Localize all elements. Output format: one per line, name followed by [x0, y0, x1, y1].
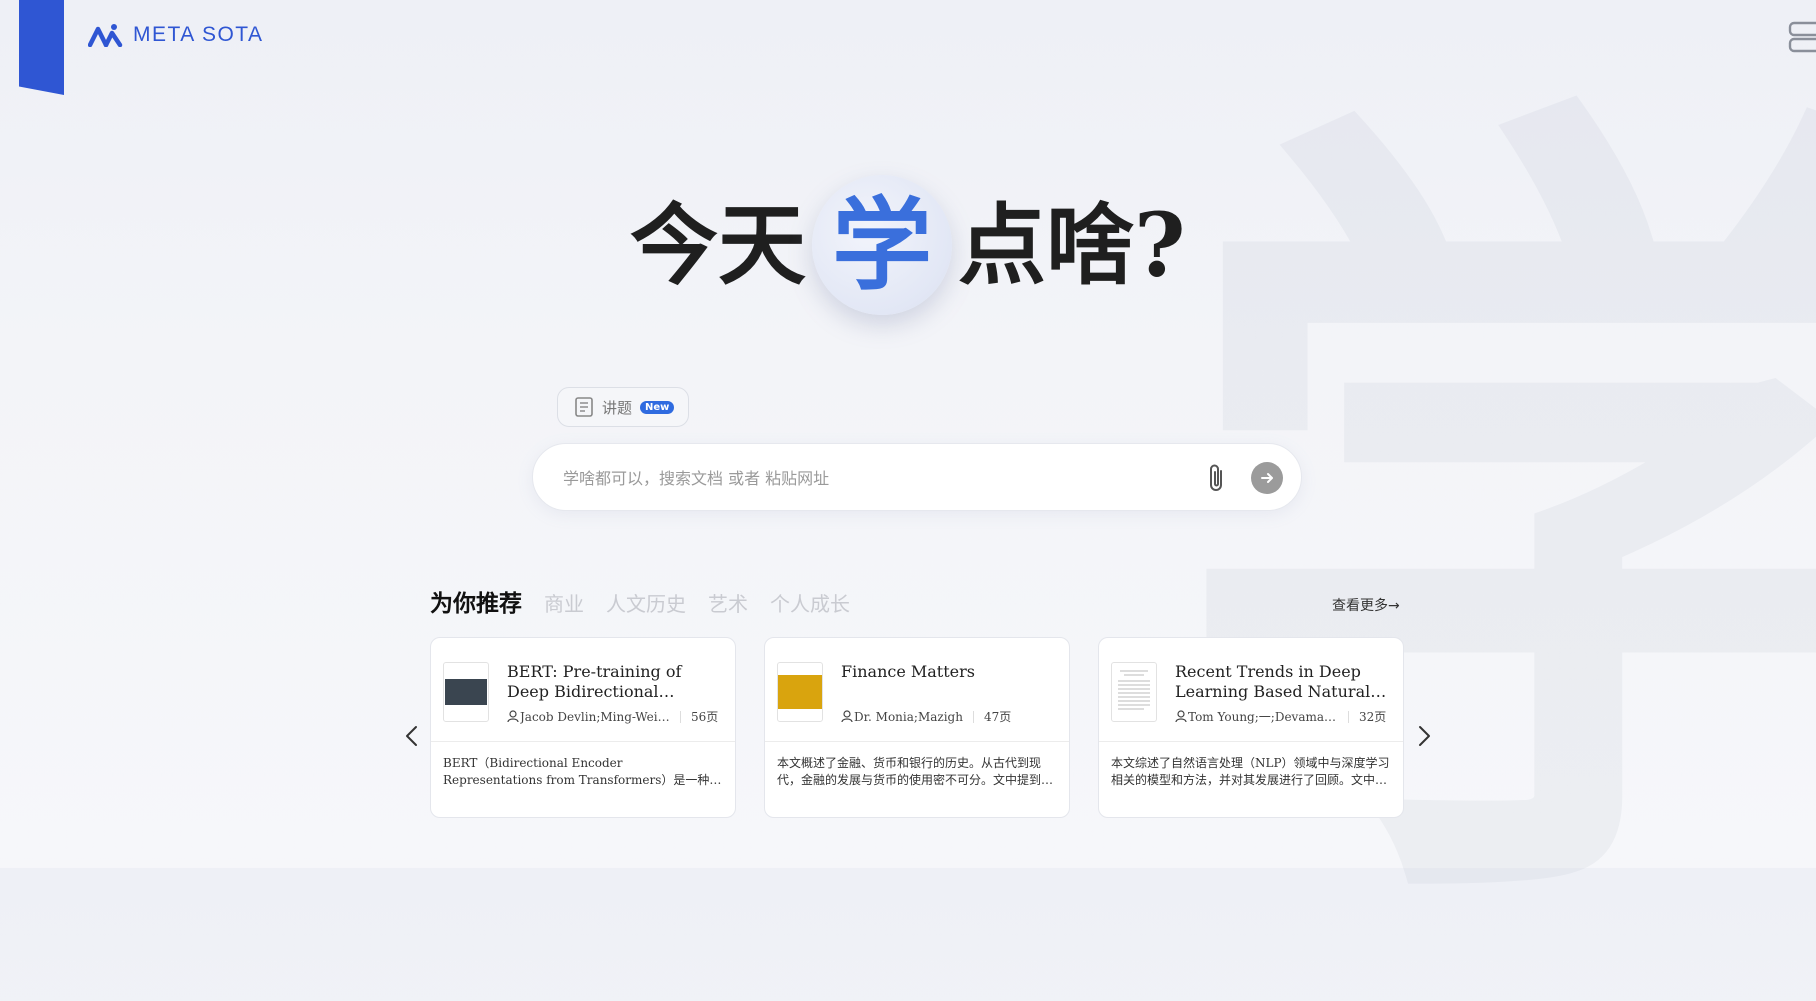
tab-personal-growth[interactable]: 个人成长 — [770, 588, 850, 617]
tab-humanities-history[interactable]: 人文历史 — [606, 588, 686, 617]
tab-business[interactable]: 商业 — [544, 588, 584, 617]
search-input[interactable] — [561, 444, 1185, 512]
doc-title: BERT: Pre-training of Deep Bidirectional… — [507, 662, 682, 701]
doc-pages: 56页 — [691, 710, 719, 724]
doc-card[interactable]: Finance Matters Dr. Monia;Mazigh 47页 本文概… — [764, 637, 1070, 818]
card-divider — [1099, 741, 1403, 742]
bookmark-ribbon[interactable] — [19, 0, 64, 95]
hero-highlight: 学 — [832, 186, 933, 304]
doc-author: Dr. Monia;Mazigh — [854, 709, 963, 724]
doc-author: Tom Young;一;Devamanyu Hazarika;Soujanya … — [1188, 710, 1338, 724]
category-tabs: 为你推荐 商业 人文历史 艺术 个人成长 — [430, 584, 872, 618]
arrow-right-icon — [1261, 473, 1273, 483]
doc-title: Finance Matters — [841, 662, 975, 681]
hero-heading: 今天 学 点啥? — [630, 175, 1186, 315]
hero-text-after: 点啥? — [958, 193, 1186, 297]
new-badge: New — [640, 400, 675, 414]
doc-description: BERT（Bidirectional Encoder Representatio… — [443, 756, 722, 787]
document-page-icon — [1114, 665, 1154, 719]
meta-separator — [972, 710, 974, 723]
doc-description: 本文综述了自然语言处理（NLP）领域中与深度学习相关的模型和方法，并对其发展进行… — [1111, 756, 1390, 787]
search-box — [532, 443, 1302, 512]
brand-logo[interactable]: META SOTA — [88, 23, 264, 47]
user-icon — [507, 710, 519, 723]
send-button[interactable] — [1251, 462, 1283, 494]
doc-meta: Dr. Monia;Mazigh 47页 — [841, 708, 1061, 725]
brand-name: META SOTA — [133, 23, 264, 46]
doc-thumbnail — [443, 662, 489, 722]
doc-meta: Tom Young;一;Devamanyu Hazarika;Soujanya … — [1175, 708, 1395, 725]
doc-description: 本文概述了金融、货币和银行的历史。从古代到现代，金融的发展与货币的使用密不可分。… — [777, 756, 1054, 787]
chevron-right-icon[interactable] — [1414, 724, 1434, 748]
card-divider — [765, 741, 1069, 742]
doc-card[interactable]: Recent Trends in Deep Learning Based Nat… — [1098, 637, 1404, 818]
doc-meta: Jacob Devlin;Ming-Wei Chang;Kenton Lee;K… — [507, 708, 727, 725]
chevron-left-icon[interactable] — [402, 724, 422, 748]
brand-mark-icon — [88, 24, 123, 47]
meta-separator — [680, 710, 681, 723]
card-divider — [431, 741, 735, 742]
doc-card[interactable]: BERT: Pre-training of Deep Bidirectional… — [430, 637, 736, 818]
tab-recommended[interactable]: 为你推荐 — [430, 584, 522, 618]
hero-text-before: 今天 — [630, 193, 807, 297]
doc-pages: 47页 — [983, 710, 1012, 724]
doc-author: Jacob Devlin;Ming-Wei Chang;Kenton Lee;K… — [520, 709, 670, 724]
see-more-link[interactable]: 查看更多→ — [1332, 595, 1400, 615]
mode-chip-lecture[interactable]: 讲题 New — [557, 387, 690, 427]
doc-thumbnail — [777, 662, 823, 722]
doc-thumbnail — [1111, 662, 1157, 722]
tab-art[interactable]: 艺术 — [708, 588, 748, 617]
doc-title: Recent Trends in Deep Learning Based Nat… — [1175, 662, 1371, 701]
paperclip-icon[interactable] — [1203, 462, 1231, 494]
user-icon — [841, 710, 853, 723]
lecture-icon — [575, 397, 593, 417]
meta-separator — [1348, 710, 1349, 723]
user-icon — [1175, 710, 1187, 723]
hero-highlight-circle: 学 — [812, 175, 953, 315]
doc-pages: 32页 — [1359, 710, 1387, 724]
mode-chip-label: 讲题 — [602, 398, 633, 417]
menu-icon[interactable] — [1788, 20, 1816, 54]
